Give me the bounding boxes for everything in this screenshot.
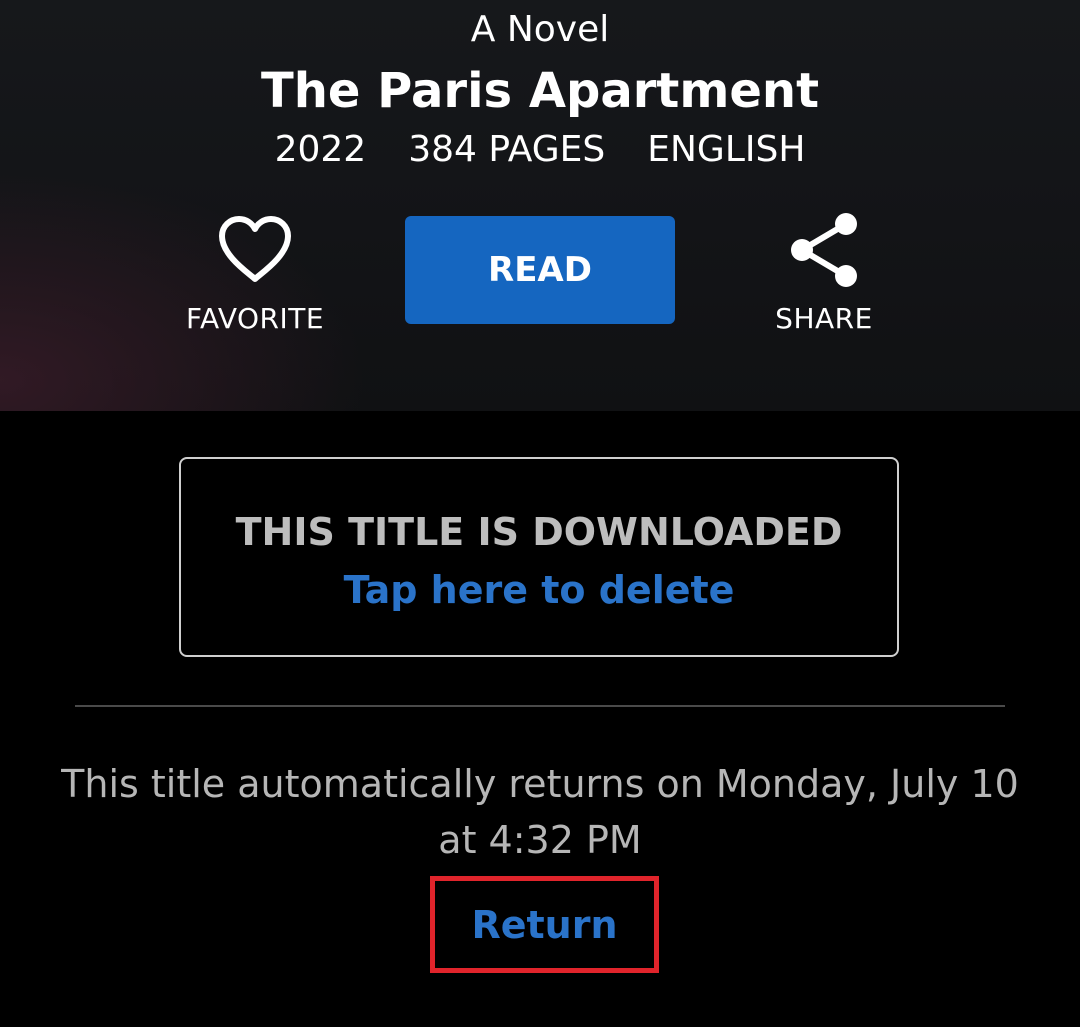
share-icon <box>784 210 864 290</box>
read-button[interactable]: READ <box>405 216 675 324</box>
section-divider <box>75 705 1005 707</box>
book-subtitle: A Novel <box>470 9 610 50</box>
download-status-text: THIS TITLE IS DOWNLOADED <box>235 510 843 554</box>
book-title: The Paris Apartment <box>260 63 820 119</box>
share-button[interactable]: SHARE <box>724 210 924 340</box>
book-meta: 2022 384 PAGES ENGLISH <box>0 128 1080 172</box>
book-detail-screen: A Novel The Paris Apartment 2022 384 PAG… <box>0 0 1080 1027</box>
favorite-button[interactable]: FAVORITE <box>155 210 355 340</box>
book-year: 2022 <box>274 129 367 170</box>
book-language: ENGLISH <box>647 129 806 170</box>
download-status-box[interactable]: THIS TITLE IS DOWNLOADED Tap here to del… <box>179 457 899 657</box>
favorite-label: FAVORITE <box>185 302 325 335</box>
heart-outline-icon <box>215 210 295 290</box>
book-page-count: 384 PAGES <box>408 129 606 170</box>
book-header: A Novel The Paris Apartment 2022 384 PAG… <box>0 0 1080 411</box>
auto-return-note: This title automatically returns on Mond… <box>61 762 1019 862</box>
return-button[interactable]: Return <box>430 876 659 973</box>
share-label: SHARE <box>775 302 873 335</box>
delete-download-link[interactable]: Tap here to delete <box>181 567 897 613</box>
